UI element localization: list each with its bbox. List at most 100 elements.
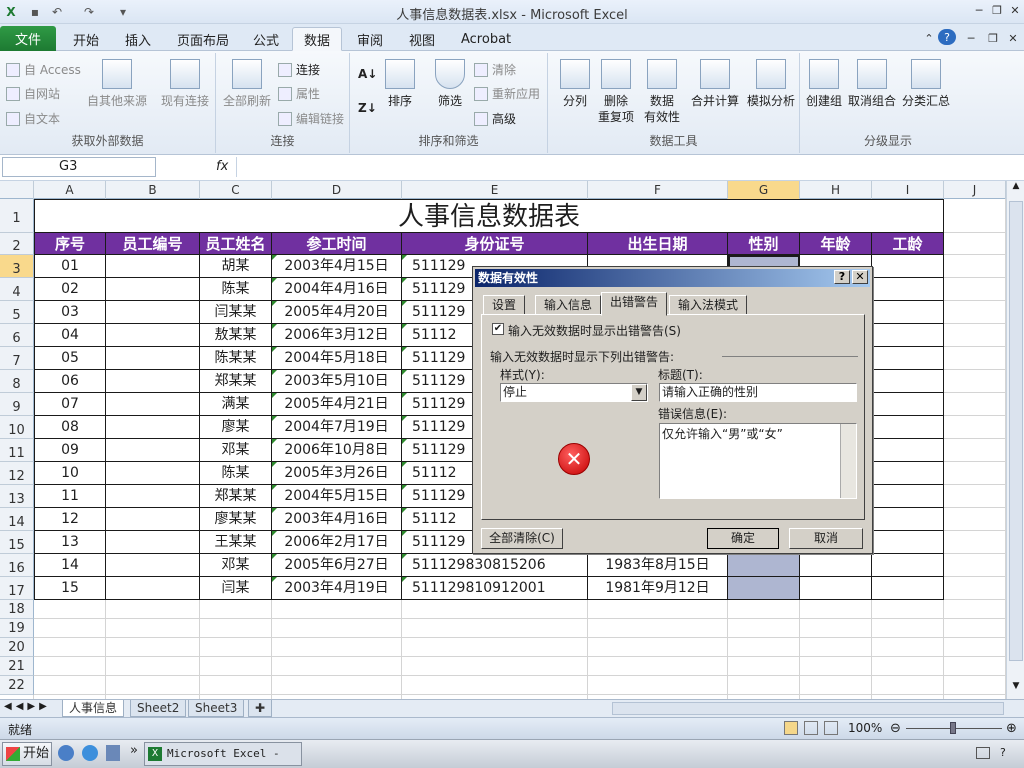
header-cell[interactable]: 工龄 — [872, 233, 944, 255]
zoom-slider-thumb[interactable] — [950, 722, 956, 734]
table-cell[interactable]: 邓某 — [200, 554, 272, 577]
column-header[interactable]: C — [200, 181, 272, 199]
column-header[interactable]: A — [34, 181, 106, 199]
table-cell[interactable] — [728, 577, 800, 600]
table-cell[interactable]: 2006年10月8日 — [272, 439, 402, 462]
table-cell[interactable]: 廖某某 — [200, 508, 272, 531]
start-button[interactable]: 开始 — [2, 742, 52, 766]
table-cell[interactable]: 2005年3月26日 — [272, 462, 402, 485]
table-cell[interactable]: 闫某 — [200, 577, 272, 600]
table-cell[interactable]: 2004年4月16日 — [272, 278, 402, 301]
subtotal-button[interactable]: 分类汇总 — [900, 59, 952, 109]
page-break-view-icon[interactable] — [824, 721, 838, 735]
remove-duplicates-button[interactable]: 删除 重复项 — [596, 59, 636, 125]
table-cell[interactable]: 15 — [34, 577, 106, 600]
minimize-icon[interactable]: ─ — [970, 2, 988, 18]
sheet-tab[interactable]: 人事信息 — [62, 700, 125, 717]
table-cell[interactable]: 07 — [34, 393, 106, 416]
table-cell[interactable]: 511129830815206 — [402, 554, 588, 577]
header-cell[interactable]: 序号 — [34, 233, 106, 255]
table-cell[interactable]: 2003年5月10日 — [272, 370, 402, 393]
table-cell[interactable]: 胡某 — [200, 255, 272, 278]
column-header[interactable]: J — [944, 181, 1006, 199]
advanced-button[interactable]: 高级 — [474, 110, 516, 127]
row-header[interactable]: 9 — [0, 393, 34, 416]
table-cell[interactable] — [872, 577, 944, 600]
help-tray-icon[interactable]: ? — [1000, 746, 1014, 760]
from-other-sources-button[interactable]: 自其他来源 — [86, 59, 148, 109]
close-icon[interactable]: ✕ — [1006, 2, 1024, 18]
quicklaunch-icon[interactable] — [58, 745, 74, 761]
table-cell[interactable]: 10 — [34, 462, 106, 485]
insert-function-icon[interactable]: fx — [216, 159, 228, 174]
tab-view[interactable]: 视图 — [398, 27, 446, 51]
table-cell[interactable]: 闫某某 — [200, 301, 272, 324]
insert-sheet-icon[interactable]: ✚ — [248, 700, 272, 717]
sheet-nav-icon[interactable]: ◀◀▶▶ — [4, 701, 51, 712]
table-cell[interactable] — [106, 370, 200, 393]
table-cell[interactable] — [872, 324, 944, 347]
table-cell[interactable] — [872, 439, 944, 462]
message-textarea[interactable]: 仅允许输入“男”或“女” — [659, 423, 857, 499]
table-cell[interactable]: 13 — [34, 531, 106, 554]
table-cell[interactable]: 郑某某 — [200, 485, 272, 508]
table-cell[interactable]: 敖某某 — [200, 324, 272, 347]
table-cell[interactable]: 09 — [34, 439, 106, 462]
table-cell[interactable] — [106, 278, 200, 301]
table-cell[interactable] — [872, 485, 944, 508]
text-to-columns-button[interactable]: 分列 — [558, 59, 592, 109]
row-header[interactable]: 21 — [0, 657, 34, 676]
wb-minimize-icon[interactable]: ─ — [962, 30, 980, 46]
from-access-button[interactable]: 自 Access — [6, 61, 81, 78]
table-cell[interactable]: 2003年4月19日 — [272, 577, 402, 600]
tab-home[interactable]: 开始 — [62, 27, 110, 51]
row-header[interactable]: 19 — [0, 619, 34, 638]
column-header[interactable]: I — [872, 181, 944, 199]
header-cell[interactable]: 员工编号 — [106, 233, 200, 255]
table-cell[interactable]: 2005年6月27日 — [272, 554, 402, 577]
table-cell[interactable]: 01 — [34, 255, 106, 278]
collapse-ribbon-icon[interactable]: ⌃ — [920, 30, 938, 46]
taskbar-excel-button[interactable]: XMicrosoft Excel - ... — [144, 742, 302, 766]
tab-settings[interactable]: 设置 — [483, 295, 526, 315]
row-header[interactable]: 6 — [0, 324, 34, 347]
row-header[interactable]: 7 — [0, 347, 34, 370]
row-header[interactable]: 11 — [0, 439, 34, 462]
table-cell[interactable]: 2003年4月16日 — [272, 508, 402, 531]
restore-icon[interactable]: ❐ — [988, 2, 1006, 18]
table-cell[interactable] — [106, 508, 200, 531]
table-cell[interactable]: 2004年5月18日 — [272, 347, 402, 370]
table-cell[interactable] — [872, 462, 944, 485]
zoom-in-icon[interactable]: ⊕ — [1006, 721, 1017, 736]
table-cell[interactable]: 08 — [34, 416, 106, 439]
table-cell[interactable] — [872, 301, 944, 324]
connections-button[interactable]: 连接 — [278, 61, 320, 78]
table-cell[interactable] — [106, 485, 200, 508]
table-cell[interactable]: 14 — [34, 554, 106, 577]
table-cell[interactable]: 1981年9月12日 — [588, 577, 728, 600]
row-header[interactable]: 15 — [0, 531, 34, 554]
chevron-down-icon[interactable]: ▼ — [631, 384, 647, 401]
column-header[interactable]: D — [272, 181, 402, 199]
data-validation-button[interactable]: 数据 有效性 — [640, 59, 684, 125]
table-cell[interactable] — [106, 439, 200, 462]
zoom-out-icon[interactable]: ⊖ — [890, 721, 901, 736]
show-alert-checkbox[interactable]: ✔ — [492, 323, 504, 335]
tab-ime-mode[interactable]: 输入法模式 — [669, 295, 748, 315]
clear-all-button[interactable]: 全部清除(C) — [481, 528, 563, 549]
help-icon[interactable]: ? — [938, 29, 956, 45]
table-cell[interactable]: 2005年4月20日 — [272, 301, 402, 324]
scroll-down-icon[interactable]: ▼ — [1009, 681, 1023, 697]
header-cell[interactable]: 员工姓名 — [200, 233, 272, 255]
sort-za-icon[interactable]: Z↓ — [358, 101, 377, 115]
dialog-help-icon[interactable]: ? — [834, 270, 850, 284]
reapply-button[interactable]: 重新应用 — [474, 85, 540, 102]
table-cell[interactable] — [872, 393, 944, 416]
table-cell[interactable] — [872, 531, 944, 554]
horizontal-scrollbar[interactable] — [612, 702, 1004, 715]
header-cell[interactable]: 出生日期 — [588, 233, 728, 255]
name-box[interactable]: G3 — [2, 157, 156, 177]
table-cell[interactable] — [106, 255, 200, 278]
tab-page-layout[interactable]: 页面布局 — [166, 27, 240, 51]
quicklaunch-icon[interactable] — [106, 745, 120, 761]
